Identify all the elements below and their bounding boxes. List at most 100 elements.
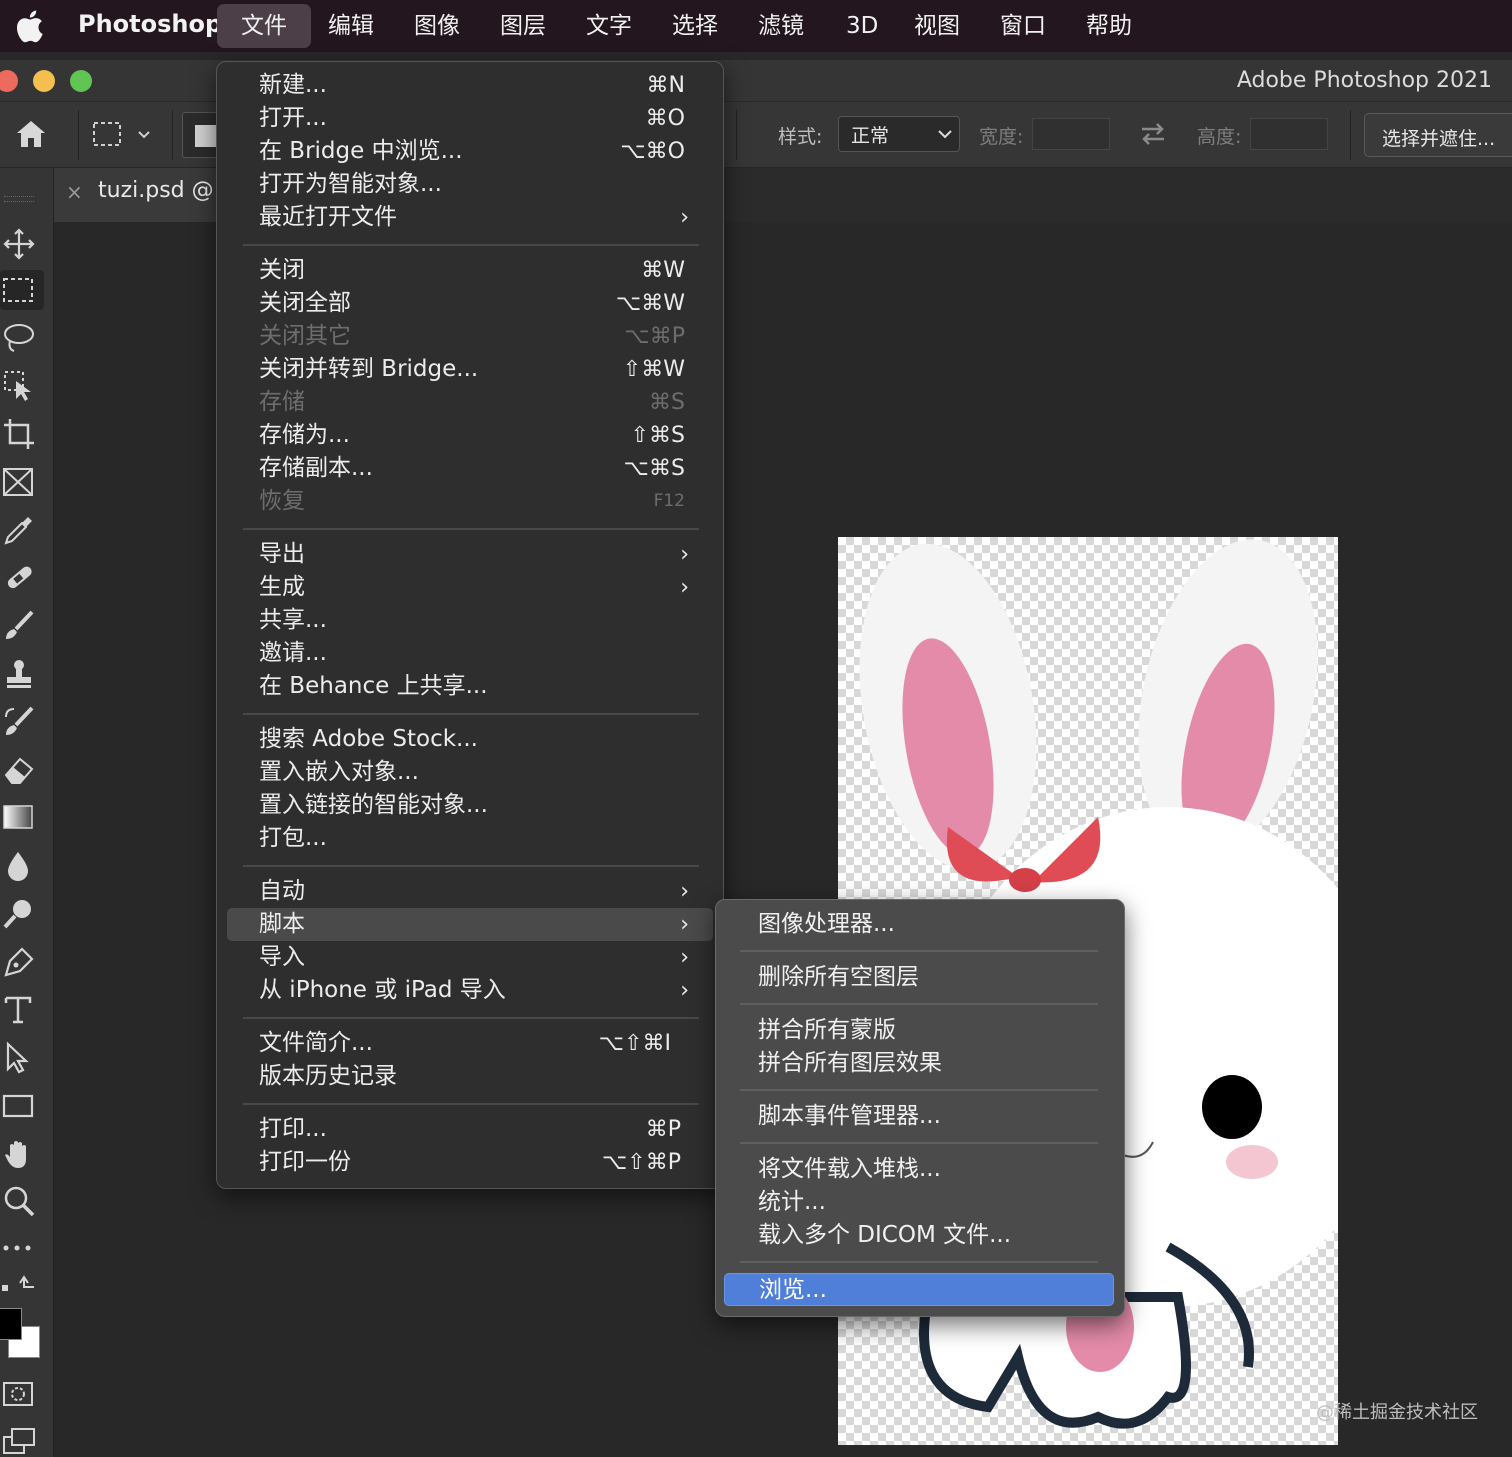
menu-image[interactable]: 图像 bbox=[390, 4, 484, 48]
frame-tool[interactable] bbox=[0, 462, 44, 502]
history-brush-tool[interactable] bbox=[0, 702, 44, 742]
eyedropper-icon bbox=[4, 517, 32, 545]
width-input[interactable] bbox=[1032, 118, 1110, 150]
panel-grip[interactable] bbox=[4, 196, 34, 202]
height-input[interactable] bbox=[1250, 118, 1328, 150]
brush-tool[interactable] bbox=[0, 606, 44, 646]
menu-item-version-history[interactable]: 版本历史记录 bbox=[227, 1060, 713, 1093]
menu-item-print[interactable]: 打印... ⌘P bbox=[227, 1113, 713, 1146]
zoom-window-button[interactable] bbox=[70, 70, 92, 92]
close-tab-icon[interactable]: × bbox=[66, 180, 83, 204]
swap-width-height-icon[interactable] bbox=[1138, 120, 1168, 148]
menu-edit[interactable]: 编辑 bbox=[304, 4, 398, 48]
menu-item-file-info[interactable]: 文件简介... ⌥⇧⌘I bbox=[227, 1027, 713, 1060]
menu-item-open-recent[interactable]: 最近打开文件 › bbox=[227, 201, 713, 234]
zoom-tool[interactable] bbox=[0, 1182, 44, 1222]
menu-item-label: 打开... bbox=[259, 105, 327, 131]
rectangle-tool[interactable] bbox=[0, 1086, 44, 1126]
menu-item-label: 导入 bbox=[259, 944, 305, 970]
select-and-mask-button[interactable]: 选择并遮住... bbox=[1364, 113, 1512, 157]
menu-help[interactable]: 帮助 bbox=[1062, 4, 1156, 48]
lasso-tool[interactable] bbox=[0, 318, 44, 358]
menu-item-invite[interactable]: 邀请... bbox=[227, 637, 713, 670]
menu-item-import-from-iphone[interactable]: 从 iPhone 或 iPad 导入 › bbox=[227, 974, 713, 1007]
menu-item-label: 置入链接的智能对象... bbox=[259, 792, 488, 818]
eyedropper-tool[interactable] bbox=[0, 510, 44, 550]
menu-item-new[interactable]: 新建... ⌘N bbox=[227, 69, 713, 102]
edit-toolbar-button[interactable] bbox=[0, 1228, 44, 1268]
menu-item-label: 关闭 bbox=[259, 257, 305, 283]
menu-item-print-one-copy[interactable]: 打印一份 ⌥⇧⌘P bbox=[227, 1146, 713, 1179]
menu-item-search-adobe-stock[interactable]: 搜索 Adobe Stock... bbox=[227, 723, 713, 756]
menu-item-share[interactable]: 共享... bbox=[227, 604, 713, 637]
menu-item-open[interactable]: 打开... ⌘O bbox=[227, 102, 713, 135]
menu-item-generate[interactable]: 生成 › bbox=[227, 571, 713, 604]
menu-item-label: 打印... bbox=[259, 1116, 327, 1142]
dodge-tool[interactable] bbox=[0, 894, 44, 934]
submenu-item-delete-empty-layers[interactable]: 删除所有空图层 bbox=[724, 961, 1114, 994]
default-colors-button[interactable] bbox=[0, 1268, 44, 1308]
menu-item-scripts[interactable]: 脚本 › bbox=[227, 908, 713, 941]
screen-mode-button[interactable] bbox=[0, 1422, 44, 1457]
apple-logo-icon[interactable] bbox=[14, 8, 44, 44]
submenu-item-script-events-manager[interactable]: 脚本事件管理器... bbox=[724, 1100, 1114, 1133]
rectangular-marquee-tool[interactable] bbox=[0, 270, 44, 310]
menu-item-close-and-go-to-bridge[interactable]: 关闭并转到 Bridge... ⇧⌘W bbox=[227, 353, 713, 386]
menu-item-place-embedded[interactable]: 置入嵌入对象... bbox=[227, 756, 713, 789]
healing-brush-tool[interactable] bbox=[0, 558, 44, 598]
submenu-item-flatten-all-masks[interactable]: 拼合所有蒙版 bbox=[724, 1014, 1114, 1047]
submenu-item-statistics[interactable]: 统计... bbox=[724, 1186, 1114, 1219]
menu-item-import[interactable]: 导入 › bbox=[227, 941, 713, 974]
submenu-item-image-processor[interactable]: 图像处理器... bbox=[724, 908, 1114, 941]
home-icon[interactable] bbox=[14, 118, 48, 150]
menu-type[interactable]: 文字 bbox=[562, 4, 656, 48]
menu-item-place-linked[interactable]: 置入链接的智能对象... bbox=[227, 789, 713, 822]
menu-layer[interactable]: 图层 bbox=[476, 4, 570, 48]
menu-filter[interactable]: 滤镜 bbox=[734, 4, 828, 48]
menu-file[interactable]: 文件 bbox=[217, 4, 311, 48]
crop-tool[interactable] bbox=[0, 414, 44, 454]
menu-item-browse-in-bridge[interactable]: 在 Bridge 中浏览... ⌥⌘O bbox=[227, 135, 713, 168]
hand-tool[interactable] bbox=[0, 1134, 44, 1174]
menu-item-export[interactable]: 导出 › bbox=[227, 538, 713, 571]
menu-item-save-as[interactable]: 存储为... ⇧⌘S bbox=[227, 419, 713, 452]
object-selection-tool[interactable] bbox=[0, 366, 44, 406]
clone-stamp-tool[interactable] bbox=[0, 654, 44, 694]
menu-item-automate[interactable]: 自动 › bbox=[227, 875, 713, 908]
blur-tool[interactable] bbox=[0, 846, 44, 886]
move-tool[interactable] bbox=[0, 224, 44, 264]
menu-item-close-all[interactable]: 关闭全部 ⌥⌘W bbox=[227, 287, 713, 320]
menu-item-open-as-smart-object[interactable]: 打开为智能对象... bbox=[227, 168, 713, 201]
menu-view[interactable]: 视图 bbox=[890, 4, 984, 48]
style-select[interactable]: 正常 bbox=[838, 116, 960, 152]
gradient-tool[interactable] bbox=[0, 798, 44, 838]
pen-tool[interactable] bbox=[0, 942, 44, 982]
selection-mode-new[interactable] bbox=[182, 112, 218, 158]
quick-mask-button[interactable] bbox=[0, 1374, 44, 1414]
arrow-pointer-icon bbox=[6, 1041, 29, 1074]
app-menu-photoshop[interactable]: Photoshop bbox=[78, 10, 222, 38]
menu-item-label: 存储为... bbox=[259, 422, 350, 448]
minimize-window-button[interactable] bbox=[33, 70, 55, 92]
shortcut-label: ⌘S bbox=[649, 390, 685, 415]
menu-item-save-a-copy[interactable]: 存储副本... ⌥⌘S bbox=[227, 452, 713, 485]
submenu-item-browse[interactable]: 浏览... bbox=[724, 1273, 1114, 1306]
menu-item-label: 搜索 Adobe Stock... bbox=[259, 726, 478, 752]
submenu-item-load-files-into-stack[interactable]: 将文件载入堆栈... bbox=[724, 1153, 1114, 1186]
menu-item-close[interactable]: 关闭 ⌘W bbox=[227, 254, 713, 287]
type-tool[interactable] bbox=[0, 990, 44, 1030]
menu-item-package[interactable]: 打包... bbox=[227, 822, 713, 855]
submenu-item-flatten-all-layer-effects[interactable]: 拼合所有图层效果 bbox=[724, 1047, 1114, 1080]
marquee-preset-icon[interactable] bbox=[92, 120, 152, 150]
path-selection-tool[interactable] bbox=[0, 1038, 44, 1078]
frame-icon bbox=[3, 468, 33, 496]
eraser-tool[interactable] bbox=[0, 750, 44, 790]
submenu-item-load-multiple-dicom[interactable]: 载入多个 DICOM 文件... bbox=[724, 1219, 1114, 1252]
menu-window[interactable]: 窗口 bbox=[976, 4, 1070, 48]
foreground-color-swatch[interactable] bbox=[0, 1308, 22, 1340]
menu-item-share-on-behance[interactable]: 在 Behance 上共享... bbox=[227, 670, 713, 703]
document-tab-label: tuzi.psd @ bbox=[98, 178, 214, 203]
bandage-icon bbox=[7, 566, 32, 589]
options-divider bbox=[78, 110, 79, 160]
menu-select[interactable]: 选择 bbox=[648, 4, 742, 48]
